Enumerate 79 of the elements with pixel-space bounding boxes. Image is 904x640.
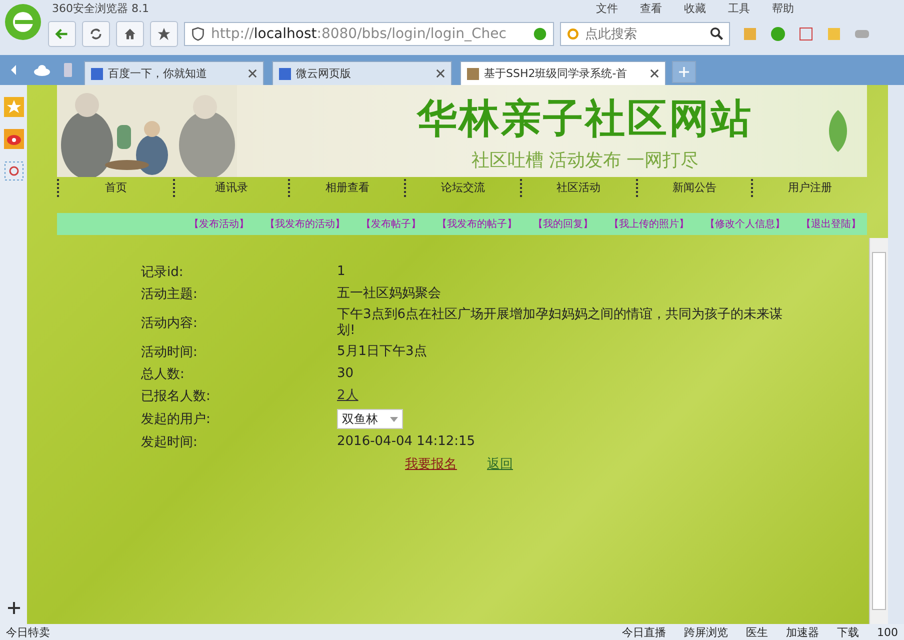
status-item[interactable]: 今日直播 [622, 624, 666, 640]
zoom-level[interactable]: 100 [877, 626, 898, 638]
action-link[interactable]: 我要报名 [405, 455, 457, 473]
nav-link[interactable]: 首页 [57, 179, 173, 197]
nav-link[interactable]: 论坛交流 [404, 179, 520, 197]
mail-icon[interactable] [4, 161, 24, 181]
address-bar[interactable]: http://localhost:8080/bbs/login/login_Chec [184, 22, 554, 46]
count-link[interactable]: 2人 [337, 388, 358, 403]
field-value: 30 [337, 366, 355, 382]
home-icon [123, 27, 137, 41]
menu-item[interactable]: 工具 [728, 0, 750, 16]
user-menu-link[interactable]: 【我的回复】 [533, 217, 593, 231]
nav-link[interactable]: 通讯录 [172, 179, 288, 197]
status-item[interactable]: 医生 [746, 624, 768, 640]
back-arrow-icon [55, 27, 69, 41]
close-icon[interactable] [650, 69, 659, 78]
browser-tab[interactable]: 基于SSH2班级同学录系统-首 [460, 61, 666, 85]
menu-item[interactable]: 查看 [640, 0, 662, 16]
field-label: 活动内容: [141, 315, 198, 332]
menu-item[interactable]: 文件 [596, 0, 618, 16]
site-slogan: 社区吐槽 活动发布 一网打尽 [471, 148, 699, 172]
dropdown-caret-icon [390, 416, 398, 422]
cloud-icon[interactable] [33, 63, 51, 77]
close-icon[interactable] [436, 69, 445, 78]
add-icon[interactable] [8, 602, 20, 614]
user-menu-link[interactable]: 【我上传的照片】 [609, 217, 689, 231]
field-label: 发起时间: [141, 434, 198, 451]
site-title: 华林亲子社区网站 [417, 94, 753, 144]
action-link[interactable]: 返回 [487, 455, 513, 473]
new-tab-button[interactable] [672, 61, 696, 83]
field-value: 五一社区妈妈聚会 [337, 286, 442, 302]
nav-link[interactable]: 社区活动 [520, 179, 636, 197]
user-menu-link[interactable]: 【我发布的活动】 [265, 217, 345, 231]
window-title: 360安全浏览器 8.1 [52, 0, 149, 16]
user-menu-link[interactable]: 【发布活动】 [189, 217, 249, 231]
star-icon [157, 27, 171, 41]
favicon-icon [467, 68, 479, 80]
field-value: 下午3点到6点在社区广场开展增加孕妇妈妈之间的情谊，共同为孩子的未来谋划! [337, 307, 784, 339]
status-item[interactable]: 加速器 [786, 624, 819, 640]
search-field[interactable]: 点此搜索 [560, 22, 730, 46]
field-label: 总人数: [141, 366, 186, 383]
weibo-icon[interactable] [4, 129, 24, 149]
field-label: 已报名人数: [141, 388, 212, 405]
user-menu-link[interactable]: 【发布帖子】 [361, 217, 421, 231]
nav-link[interactable]: 相册查看 [288, 179, 404, 197]
status-item[interactable]: 今日特卖 [6, 624, 50, 640]
back-button[interactable] [48, 21, 76, 47]
close-icon[interactable] [248, 69, 257, 78]
plus-icon [679, 67, 689, 77]
status-item[interactable]: 跨屏浏览 [684, 624, 728, 640]
user-menu-link[interactable]: 【修改个人信息】 [705, 217, 785, 231]
favicon-icon [91, 68, 103, 80]
refresh-button[interactable] [82, 21, 110, 47]
browser-logo-icon [3, 2, 43, 42]
favicon-icon [279, 68, 291, 80]
nav-link[interactable]: 新闻公告 [636, 179, 752, 197]
field-label: 活动时间: [141, 344, 198, 361]
refresh-icon [89, 27, 103, 41]
field-label: 活动主题: [141, 286, 198, 303]
search-engine-icon [566, 27, 580, 41]
browser-tab[interactable]: 百度一下，你就知道 [84, 61, 264, 85]
browser-tab[interactable]: 微云网页版 [272, 61, 452, 85]
menu-item[interactable]: 帮助 [772, 0, 794, 16]
nav-link[interactable]: 用户注册 [751, 179, 868, 197]
search-icon [710, 27, 724, 41]
status-item[interactable]: 下载 [837, 624, 859, 640]
field-value: 5月1日下午3点 [337, 344, 428, 360]
favorite-button[interactable] [150, 21, 178, 47]
user-select[interactable]: 双鱼林 [337, 409, 403, 429]
scrollbar[interactable] [869, 238, 888, 624]
user-menu-link[interactable]: 【退出登陆】 [801, 217, 861, 231]
field-label: 发起的用户: [141, 411, 212, 428]
user-menu-link[interactable]: 【我发布的帖子】 [437, 217, 517, 231]
field-label: 记录id: [141, 264, 184, 281]
home-button[interactable] [116, 21, 144, 47]
menu-item[interactable]: 收藏 [684, 0, 706, 16]
phone-icon[interactable] [63, 63, 73, 77]
field-value: 1 [337, 264, 346, 280]
field-value: 2016-04-04 14:12:15 [337, 434, 476, 450]
